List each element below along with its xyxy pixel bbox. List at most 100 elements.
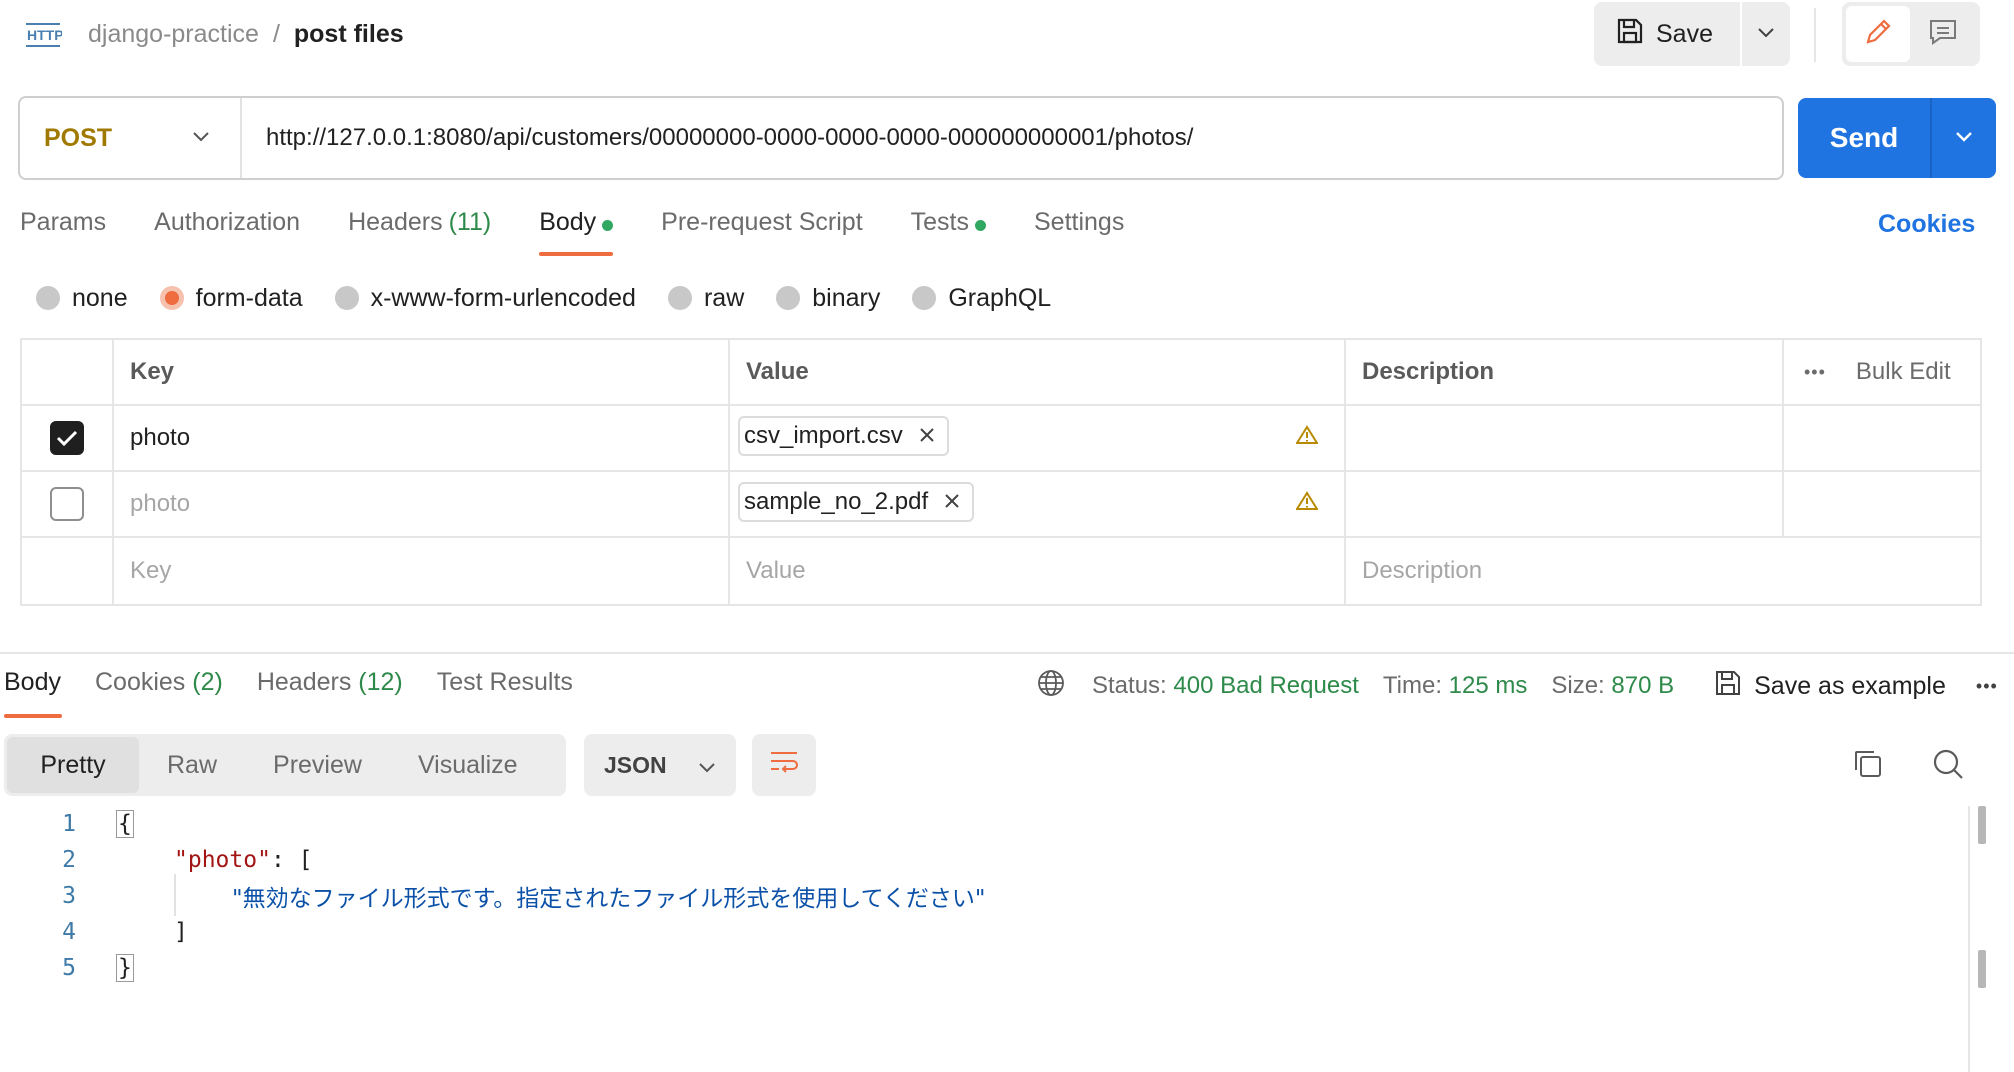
tab-params[interactable]: Params (20, 208, 106, 256)
method-select[interactable]: POST (20, 98, 242, 178)
send-button[interactable]: Send (1798, 98, 1932, 178)
scrollbar-thumb[interactable] (1978, 806, 1986, 844)
status-badge: 400 Bad Request (1173, 672, 1359, 699)
radio-button[interactable] (667, 286, 692, 310)
form-data-table: Key Value Description ••• Bulk Edit phot… (20, 338, 1982, 606)
close-icon[interactable] (919, 422, 935, 450)
globe-icon[interactable] (1036, 668, 1066, 705)
response-body-viewer[interactable]: 1 { 2 "photo" : [ 3 "無効なファイル形式です。指定されたファ… (0, 806, 1970, 1072)
warning-icon[interactable] (1295, 424, 1319, 452)
tab-settings[interactable]: Settings (1034, 208, 1124, 256)
more-options-icon[interactable]: ••• (1976, 676, 1998, 697)
format-raw[interactable]: Raw (139, 737, 245, 793)
file-name: csv_import.csv (744, 422, 903, 449)
scrollbar-thumb[interactable] (1978, 950, 1986, 988)
key-placeholder[interactable]: Key (114, 538, 730, 604)
file-chip: csv_import.csv (738, 416, 949, 456)
status-dot (975, 220, 986, 231)
request-response-divider[interactable] (0, 652, 2014, 654)
save-icon (1616, 17, 1644, 52)
size-value: 870 B (1611, 672, 1675, 699)
word-wrap-button[interactable] (752, 734, 816, 796)
description-field[interactable] (1346, 472, 1784, 536)
radio-button[interactable] (776, 286, 801, 310)
tab-pre-request-script[interactable]: Pre-request Script (661, 208, 862, 256)
copy-icon[interactable] (1852, 748, 1884, 785)
save-button-group: Save (1594, 2, 1790, 66)
radio-binary[interactable]: binary (776, 284, 880, 313)
radio-button[interactable] (912, 286, 937, 310)
table-row: photo csv_import.csv (22, 406, 1980, 472)
close-icon[interactable] (944, 488, 960, 516)
table-row: photo sample_no_2.pdf (22, 472, 1980, 538)
tab-body[interactable]: Body (539, 208, 614, 256)
status-label: Status: (1092, 672, 1167, 699)
response-tab-body[interactable]: Body (4, 668, 62, 718)
row-check-cell (22, 406, 114, 470)
value-placeholder[interactable]: Value (730, 538, 1346, 604)
tab-label: Headers (348, 208, 443, 236)
radio-button[interactable] (36, 286, 60, 310)
response-meta: Status: 400 Bad Request Time: 125 ms Siz… (1036, 668, 1998, 704)
line-number: 1 (62, 811, 76, 837)
time-value: 125 ms (1448, 672, 1528, 699)
radio-none[interactable]: none (36, 284, 128, 313)
size-info[interactable]: Size: 870 B (1551, 672, 1674, 700)
language-select[interactable]: JSON (584, 734, 736, 796)
save-button[interactable]: Save (1594, 2, 1742, 66)
radio-x-www-form-urlencoded[interactable]: x-www-form-urlencoded (334, 284, 636, 313)
response-tab-test-results[interactable]: Test Results (437, 668, 573, 718)
radio-button[interactable] (334, 286, 359, 310)
svg-text:HTTP: HTTP (27, 27, 62, 43)
tab-authorization[interactable]: Authorization (154, 208, 300, 256)
bulk-edit-button[interactable]: Bulk Edit (1856, 358, 1951, 386)
status-dot (602, 220, 614, 231)
description-field[interactable] (1346, 406, 1784, 470)
row-checkbox[interactable] (50, 421, 84, 455)
send-options-button[interactable] (1932, 98, 1996, 178)
size-label: Size: (1551, 672, 1605, 699)
code-line: 5 } (0, 950, 134, 986)
request-title[interactable]: post files (294, 20, 404, 49)
format-visualize[interactable]: Visualize (390, 737, 546, 793)
radio-graphql[interactable]: GraphQL (912, 284, 1051, 313)
row-checkbox[interactable] (50, 487, 84, 521)
breadcrumb-collection[interactable]: django-practice (88, 20, 259, 49)
url-bar: POST http://127.0.0.1:8080/api/customers… (18, 96, 1784, 180)
line-number: 5 (62, 955, 76, 981)
format-pretty[interactable]: Pretty (7, 737, 139, 793)
save-options-button[interactable] (1742, 2, 1790, 66)
save-as-example-button[interactable]: Save as example (1714, 669, 1946, 704)
tab-tests[interactable]: Tests (911, 208, 986, 256)
status-info[interactable]: Status: 400 Bad Request (1092, 672, 1359, 700)
response-tab-cookies[interactable]: Cookies (2) (95, 668, 223, 718)
radio-form-data[interactable]: form-data (159, 283, 303, 313)
time-info[interactable]: Time: 125 ms (1383, 672, 1527, 700)
tab-label: Authorization (154, 208, 301, 236)
format-preview[interactable]: Preview (245, 737, 390, 793)
row-check-cell (22, 538, 114, 604)
radio-raw[interactable]: raw (667, 284, 744, 313)
radio-label: form-data (195, 283, 303, 312)
comments-mode-button[interactable] (1910, 6, 1976, 62)
cookies-link[interactable]: Cookies (1878, 210, 1975, 239)
value-field[interactable]: csv_import.csv (730, 406, 1346, 470)
more-options-icon[interactable]: ••• (1804, 362, 1826, 383)
value-field[interactable]: sample_no_2.pdf (730, 472, 1346, 536)
warning-icon[interactable] (1295, 490, 1319, 518)
edit-mode-button[interactable] (1846, 6, 1910, 62)
response-tab-headers[interactable]: Headers (12) (257, 668, 403, 718)
key-field[interactable]: photo (114, 406, 730, 470)
json-string-value: "無効なファイル形式です。指定されたファイル形式を使用してください" (232, 886, 986, 912)
tab-label: Settings (1034, 208, 1125, 236)
url-input[interactable]: http://127.0.0.1:8080/api/customers/0000… (242, 124, 1193, 152)
method-label: POST (44, 123, 113, 152)
header-divider (1814, 8, 1816, 62)
key-field[interactable]: photo (114, 472, 730, 536)
search-icon[interactable] (1932, 748, 1964, 785)
radio-button[interactable] (159, 286, 184, 310)
tab-headers[interactable]: Headers (11) (348, 208, 491, 256)
json-key: "photo" (174, 847, 271, 873)
indent-guide (174, 874, 176, 916)
description-placeholder[interactable]: Description (1346, 538, 1980, 604)
